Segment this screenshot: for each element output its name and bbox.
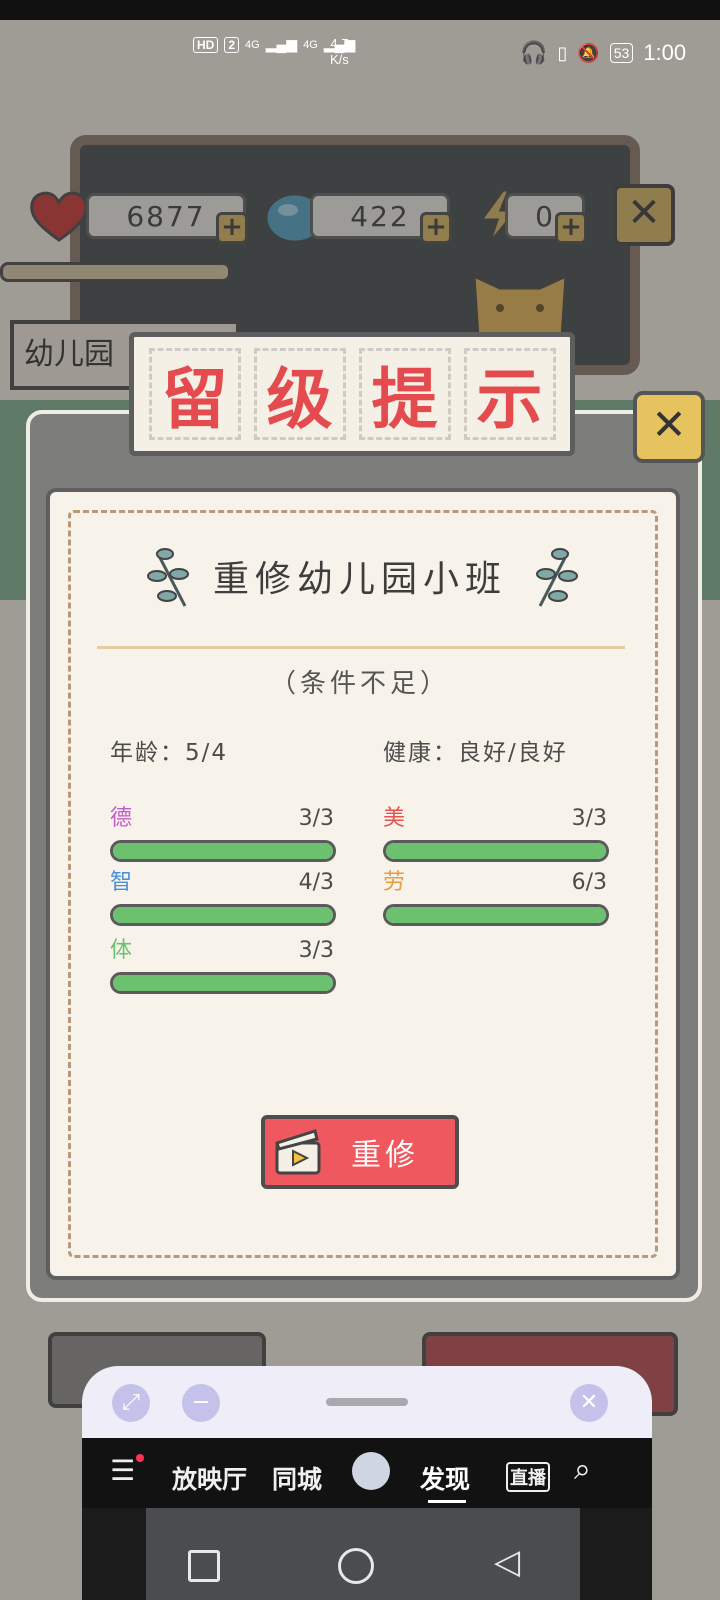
avatar[interactable] [352, 1452, 390, 1490]
clock: 1:00 [643, 40, 687, 65]
stat-progress-fill [113, 907, 333, 923]
stat-name: 德 [110, 806, 133, 831]
stat-progress-fill [113, 975, 333, 991]
banner-char: 提 [358, 348, 451, 440]
clapperboard-icon [275, 1129, 321, 1175]
tab-local[interactable]: 同城 [272, 1460, 322, 1496]
stat-value: 3/3 [298, 938, 334, 963]
hd-badge: HD [193, 36, 219, 53]
dialog-title: 重修幼儿园小班 [212, 559, 507, 600]
signal-1-label: 4G [245, 38, 260, 51]
title-divider [97, 646, 625, 649]
video-app-nav: ☰ 放映厅 同城 发现 直播 ⌕ [82, 1438, 652, 1508]
signal-1-icon: ▂▄▆ [265, 36, 298, 52]
minimize-icon[interactable]: − [182, 1384, 220, 1422]
stat-value: 4/3 [298, 870, 334, 895]
stat-value: 3/3 [571, 806, 607, 831]
close-dialog-button[interactable]: ✕ [633, 391, 705, 463]
stat-name: 劳 [383, 870, 406, 895]
redo-button-label: 重修 [351, 1138, 419, 1173]
recents-icon[interactable] [188, 1550, 220, 1582]
condition-note: （条件不足） [269, 669, 450, 699]
stat-name: 智 [110, 870, 133, 895]
active-tab-indicator [428, 1500, 466, 1503]
system-nav-bar: ◁ [0, 1538, 720, 1600]
stat-progress-fill [113, 843, 333, 859]
dialog-banner: 留 级 提 示 [129, 332, 575, 456]
tab-discover[interactable]: 发现 [420, 1460, 470, 1496]
stat-progress-bar [110, 840, 336, 862]
stat-name: 美 [383, 806, 406, 831]
menu-icon[interactable]: ☰ [110, 1454, 135, 1487]
stat-progress-fill [386, 843, 606, 859]
net-speed-value: 4.7 [330, 36, 349, 51]
stat-progress-bar [110, 972, 336, 994]
back-icon[interactable]: ◁ [494, 1542, 520, 1582]
net-speed: 4.7 K/s [330, 36, 349, 68]
stat-progress-bar [110, 904, 336, 926]
tab-cinema[interactable]: 放映厅 [172, 1460, 247, 1496]
fullscreen-icon[interactable]: ⤢ [112, 1384, 150, 1422]
stat-name: 体 [110, 938, 133, 963]
net-speed-unit: K/s [330, 52, 349, 67]
close-icon[interactable]: ✕ [570, 1384, 608, 1422]
age-stat: 年龄：5/4 [110, 740, 229, 766]
sim-badge: 2 [224, 36, 240, 53]
stat-progress-fill [386, 907, 606, 923]
vibrate-icon: ▯ [557, 42, 568, 63]
headphones-icon: 🎧 [520, 40, 548, 65]
banner-char: 示 [463, 348, 556, 440]
banner-char: 级 [253, 348, 346, 440]
stat-progress-bar [383, 840, 609, 862]
search-icon[interactable]: ⌕ [574, 1452, 591, 1487]
stat-progress-bar [383, 904, 609, 926]
home-icon[interactable] [338, 1548, 374, 1584]
stat-value: 6/3 [571, 870, 607, 895]
health-stat: 健康：良好/良好 [383, 740, 568, 766]
mute-bell-icon: 🔕 [577, 42, 600, 63]
top-edge [0, 0, 720, 20]
signal-2-label: 4G [303, 38, 318, 51]
status-right: 🎧 ▯ 🔕 53 1:00 [520, 40, 686, 66]
stat-value: 3/3 [298, 806, 334, 831]
tab-live[interactable]: 直播 [506, 1462, 550, 1492]
banner-char: 留 [148, 348, 241, 440]
drag-handle[interactable] [326, 1398, 408, 1406]
redo-button[interactable]: 重修 [261, 1115, 459, 1189]
notification-dot [136, 1454, 144, 1462]
battery-icon: 53 [609, 43, 634, 63]
